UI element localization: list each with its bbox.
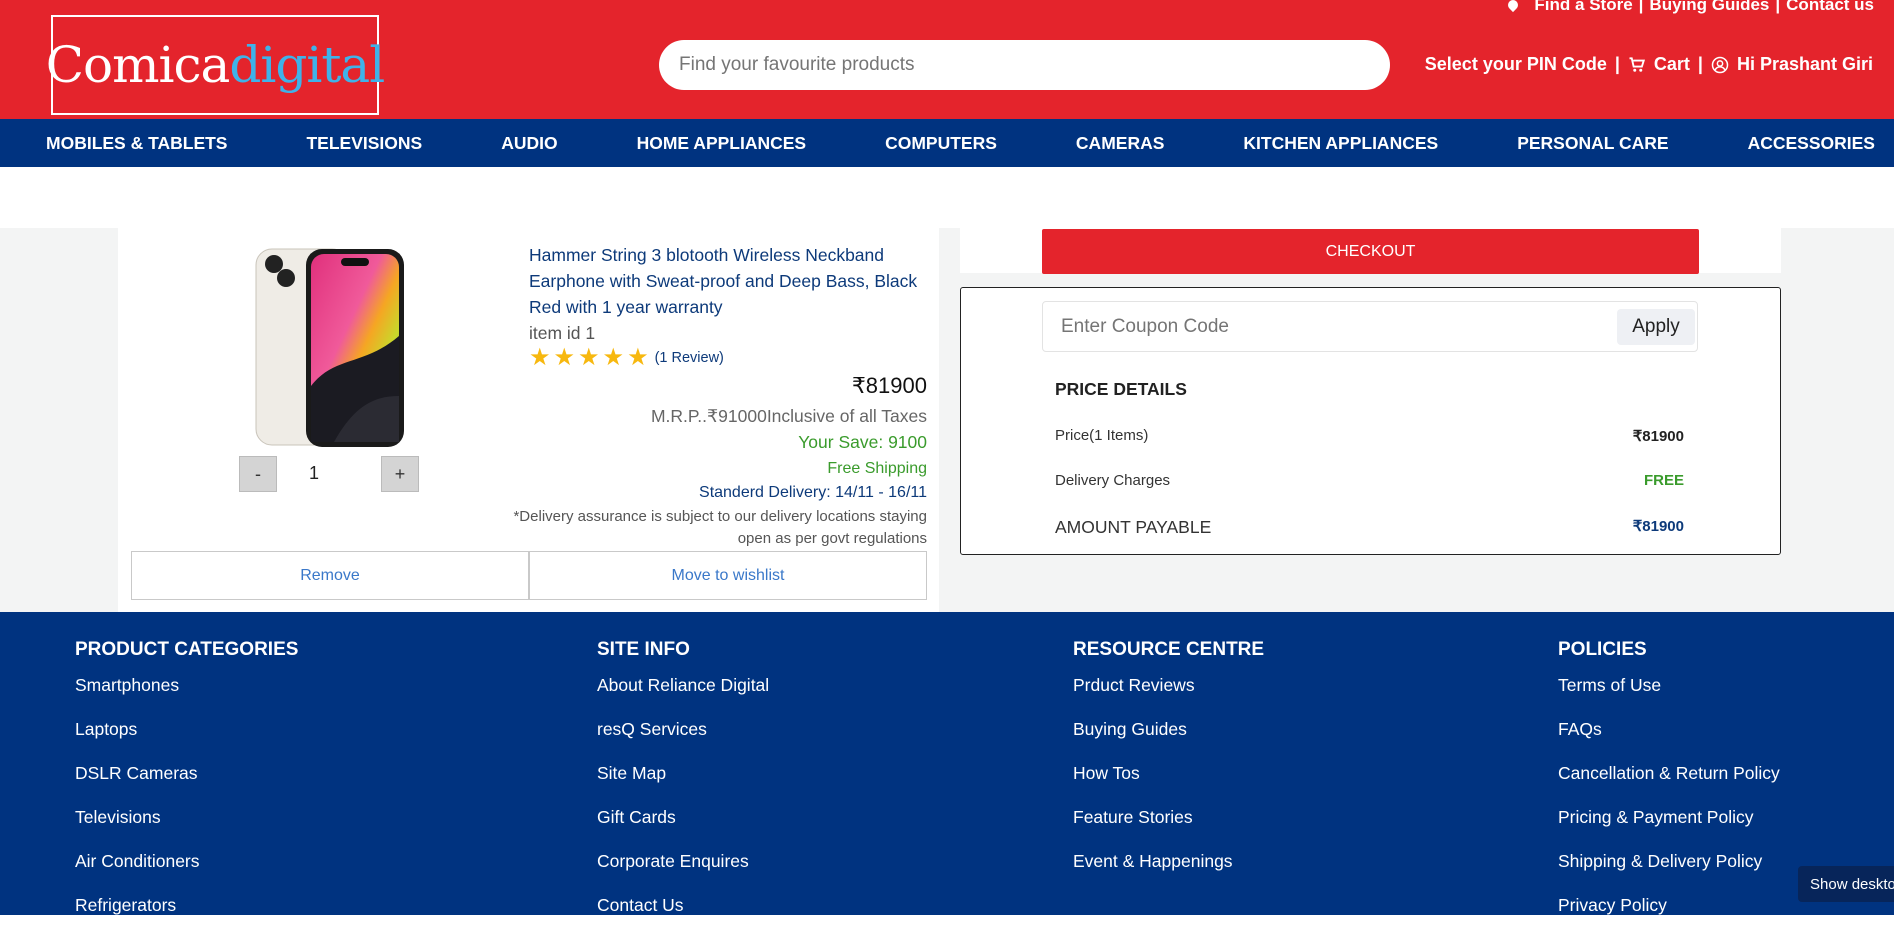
qty-increase-button[interactable]: + bbox=[381, 456, 419, 492]
footer-link[interactable]: Terms of Use bbox=[1558, 675, 1780, 719]
delivery-charges-value: FREE bbox=[1643, 472, 1684, 489]
nav-cameras[interactable]: CAMERAS bbox=[1076, 133, 1164, 154]
separator: | bbox=[1638, 0, 1644, 14]
footer-heading: RESOURCE CENTRE bbox=[1073, 639, 1265, 660]
footer-link[interactable]: Shipping & Delivery Policy bbox=[1558, 851, 1780, 895]
buying-guides-link[interactable]: Buying Guides bbox=[1649, 0, 1769, 15]
site-logo[interactable]: Comicadigital bbox=[46, 15, 385, 115]
coupon-input[interactable] bbox=[1061, 312, 1581, 342]
footer-col-site-info: SITE INFO About Reliance Digital resQ Se… bbox=[597, 639, 769, 939]
footer-link[interactable]: Event & Happenings bbox=[1073, 851, 1264, 895]
footer-link[interactable]: Cancellation & Return Policy bbox=[1558, 763, 1780, 807]
utility-links: Find a Store | Buying Guides | Contact u… bbox=[1506, 0, 1874, 15]
user-icon[interactable] bbox=[1711, 56, 1729, 74]
product-price: ₹81900 bbox=[851, 373, 927, 398]
footer-link[interactable]: Televisions bbox=[75, 807, 298, 851]
category-nav: MOBILES & TABLETS TELEVISIONS AUDIO HOME… bbox=[0, 119, 1894, 167]
separator: | bbox=[1697, 54, 1703, 74]
footer-link[interactable]: Smartphones bbox=[75, 675, 298, 719]
item-id: item id 1 bbox=[529, 323, 596, 343]
star-icon: ★ bbox=[578, 344, 600, 371]
footer-link[interactable]: Feature Stories bbox=[1073, 807, 1264, 851]
price-value: ₹81900 bbox=[1632, 428, 1684, 445]
nav-personal-care[interactable]: PERSONAL CARE bbox=[1517, 133, 1668, 154]
product-image[interactable] bbox=[254, 246, 406, 451]
footer-heading: POLICIES bbox=[1558, 639, 1647, 660]
nav-mobiles-tablets[interactable]: MOBILES & TABLETS bbox=[46, 133, 227, 154]
footer-link[interactable]: How Tos bbox=[1073, 763, 1264, 807]
cart-link[interactable]: Cart bbox=[1654, 54, 1690, 75]
star-icon: ★ bbox=[553, 344, 576, 371]
qty-decrease-button[interactable]: - bbox=[239, 456, 277, 492]
pin-code-selector[interactable]: Select your PIN Code bbox=[1425, 54, 1607, 75]
top-header: Comicadigital Find a Store | Buying Guid… bbox=[0, 0, 1894, 119]
nav-computers[interactable]: COMPUTERS bbox=[885, 133, 997, 154]
delivery-note: *Delivery assurance is subject to our de… bbox=[513, 508, 927, 547]
footer-link[interactable]: DSLR Cameras bbox=[75, 763, 298, 807]
star-icon: ★ bbox=[627, 344, 649, 371]
product-mrp: M.R.P..₹91000Inclusive of all Taxes bbox=[650, 406, 927, 426]
footer-link[interactable]: Laptops bbox=[75, 719, 298, 763]
footer-col-policies: POLICIES Terms of Use FAQs Cancellation … bbox=[1558, 639, 1780, 939]
product-title[interactable]: Hammer String 3 blotooth Wireless Neckba… bbox=[529, 242, 939, 320]
footer-link[interactable]: Pricing & Payment Policy bbox=[1558, 807, 1780, 851]
savings-amount: Your Save: 9100 bbox=[798, 432, 927, 452]
find-store-link[interactable]: Find a Store bbox=[1534, 0, 1632, 15]
footer-link[interactable]: Prduct Reviews bbox=[1073, 675, 1264, 719]
review-count[interactable]: (1 Review) bbox=[655, 350, 724, 366]
footer-link[interactable]: Buying Guides bbox=[1073, 719, 1264, 763]
rating-stars: ★ ★ ★ ★ ★ (1 Review) bbox=[529, 346, 724, 370]
footer-link[interactable]: About Reliance Digital bbox=[597, 675, 769, 719]
footer-link[interactable]: Privacy Policy bbox=[1558, 895, 1780, 939]
qty-value: 1 bbox=[309, 463, 320, 483]
footer-link[interactable]: Air Conditioners bbox=[75, 851, 298, 895]
nav-kitchen-appliances[interactable]: KITCHEN APPLIANCES bbox=[1243, 133, 1438, 154]
show-desktop-button[interactable]: Show deskto bbox=[1798, 866, 1894, 902]
logo-text: Comicadigital bbox=[45, 36, 385, 94]
footer-link[interactable]: Contact Us bbox=[597, 895, 769, 939]
footer-link[interactable]: Gift Cards bbox=[597, 807, 769, 851]
move-to-wishlist-button[interactable]: Move to wishlist bbox=[529, 551, 927, 600]
delivery-estimate: Standerd Delivery: 14/11 - 16/11 bbox=[699, 484, 927, 501]
header-actions: Select your PIN Code | Cart | Hi Prashan… bbox=[1425, 54, 1873, 75]
shipping-info: Free Shipping bbox=[827, 460, 927, 477]
star-icon: ★ bbox=[529, 344, 551, 371]
footer-link[interactable]: Corporate Enquires bbox=[597, 851, 769, 895]
nav-televisions[interactable]: TELEVISIONS bbox=[306, 133, 422, 154]
footer-col-product-categories: PRODUCT CATEGORIES Smartphones Laptops D… bbox=[75, 639, 298, 939]
amount-payable-value: ₹81900 bbox=[1632, 518, 1684, 535]
price-label: Price(1 Items) bbox=[1055, 427, 1149, 444]
delivery-charges-label: Delivery Charges bbox=[1055, 472, 1171, 489]
footer-link[interactable]: resQ Services bbox=[597, 719, 769, 763]
nav-audio[interactable]: AUDIO bbox=[501, 133, 557, 154]
star-icon: ★ bbox=[602, 344, 625, 371]
footer-heading: PRODUCT CATEGORIES bbox=[75, 639, 299, 660]
cart-icon[interactable] bbox=[1628, 56, 1646, 74]
footer-link[interactable]: FAQs bbox=[1558, 719, 1780, 763]
footer-col-resource-centre: RESOURCE CENTRE Prduct Reviews Buying Gu… bbox=[1073, 639, 1264, 895]
location-pin-icon bbox=[1506, 0, 1521, 13]
price-details-title: PRICE DETAILS bbox=[1055, 379, 1187, 399]
footer-heading: SITE INFO bbox=[597, 639, 690, 660]
user-greeting[interactable]: Hi Prashant Giri bbox=[1737, 54, 1873, 75]
coupon-form: Apply bbox=[1042, 301, 1698, 352]
footer-link[interactable]: Site Map bbox=[597, 763, 769, 807]
separator: | bbox=[1775, 0, 1781, 14]
footer-link[interactable]: Refrigerators bbox=[75, 895, 298, 939]
remove-button[interactable]: Remove bbox=[131, 551, 529, 600]
contact-us-link[interactable]: Contact us bbox=[1786, 0, 1874, 15]
nav-home-appliances[interactable]: HOME APPLIANCES bbox=[637, 133, 807, 154]
search-input[interactable] bbox=[659, 40, 1390, 90]
nav-accessories[interactable]: ACCESSORIES bbox=[1748, 133, 1875, 154]
separator: | bbox=[1614, 54, 1620, 74]
apply-coupon-button[interactable]: Apply bbox=[1617, 309, 1695, 345]
amount-payable-label: AMOUNT PAYABLE bbox=[1055, 517, 1212, 537]
checkout-button[interactable]: CHECKOUT bbox=[1042, 229, 1699, 274]
